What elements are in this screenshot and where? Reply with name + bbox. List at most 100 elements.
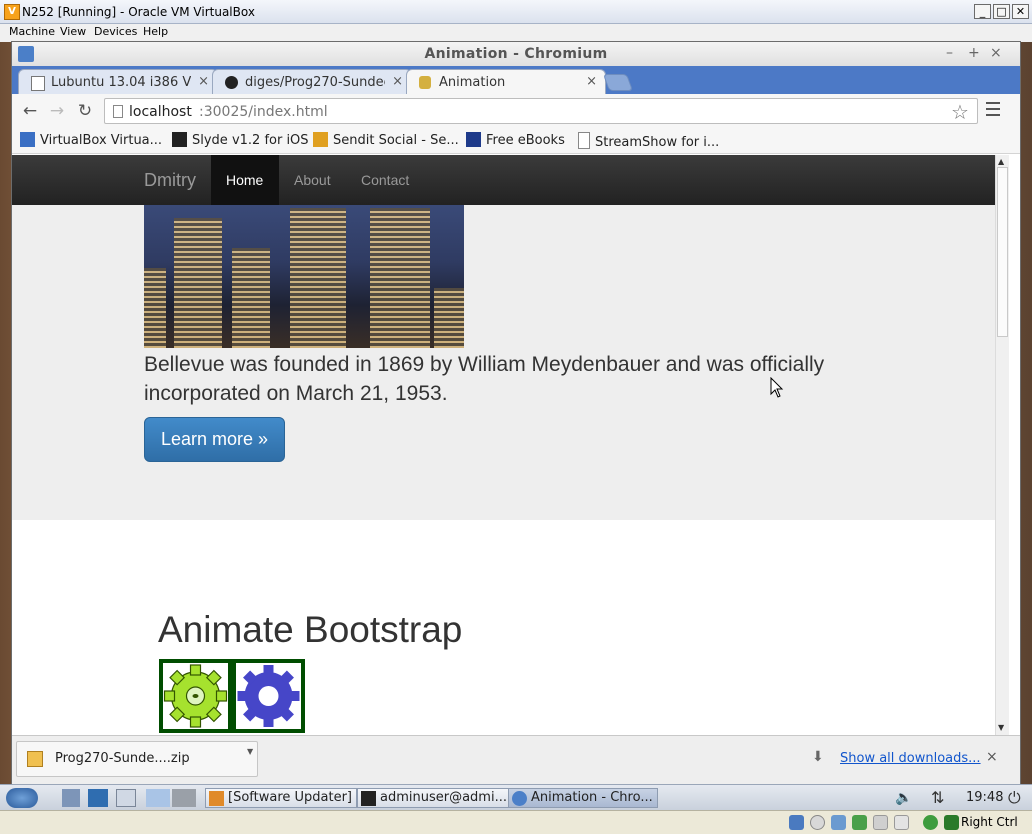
window-minimize-button[interactable]: – bbox=[946, 45, 953, 61]
scroll-up-icon[interactable]: ▲ bbox=[998, 157, 1004, 166]
nav-contact[interactable]: Contact bbox=[361, 172, 409, 188]
gear-favicon-icon bbox=[419, 76, 431, 89]
window-maximize-button[interactable]: + bbox=[968, 45, 980, 61]
bookmark-virtualbox[interactable]: VirtualBox Virtua... bbox=[20, 132, 162, 150]
tab-close-icon[interactable]: × bbox=[586, 74, 597, 89]
jumbotron: Bellevue was founded in 1869 by William … bbox=[12, 205, 995, 520]
close-button[interactable]: ✕ bbox=[1012, 4, 1029, 19]
bookmark-free-ebooks[interactable]: Free eBooks bbox=[466, 132, 565, 150]
file-manager-icon[interactable] bbox=[62, 789, 80, 807]
download-arrow-icon: ⬇ bbox=[812, 749, 824, 765]
shared-folders-icon[interactable] bbox=[873, 815, 888, 830]
restore-button[interactable]: □ bbox=[993, 4, 1010, 19]
bookmark-label: Slyde v1.2 for iOS bbox=[192, 133, 309, 148]
scroll-down-icon[interactable]: ▼ bbox=[998, 723, 1004, 732]
page-viewport: Bellevue was founded in 1869 by William … bbox=[12, 155, 995, 735]
tab-close-icon[interactable]: × bbox=[392, 74, 403, 89]
minimize-button[interactable]: _ bbox=[974, 4, 991, 19]
download-shelf: Prog270-Sunde....zip ▼ ⬇ Show all downlo… bbox=[12, 735, 1020, 784]
tab-close-icon[interactable]: × bbox=[198, 74, 209, 89]
bookmark-streamshow[interactable]: StreamShow for i... bbox=[578, 132, 719, 150]
zip-file-icon bbox=[27, 751, 43, 767]
bookmarks-bar: VirtualBox Virtua... Slyde v1.2 for iOS … bbox=[12, 128, 1020, 154]
virtualbox-icon bbox=[20, 132, 35, 147]
show-all-downloads-link[interactable]: Show all downloads... bbox=[840, 751, 981, 766]
mouse-cursor-icon bbox=[770, 377, 784, 398]
windows-icon[interactable] bbox=[116, 789, 136, 807]
network-icon[interactable]: ⇅ bbox=[931, 788, 944, 807]
slyde-icon bbox=[172, 132, 187, 147]
page-icon bbox=[113, 105, 123, 118]
taskbar-terminal[interactable]: adminuser@admi... bbox=[357, 788, 512, 808]
download-file-name: Prog270-Sunde....zip bbox=[55, 751, 190, 766]
optical-drive-icon[interactable] bbox=[810, 815, 825, 830]
taskbar-item-label: [Software Updater] bbox=[228, 790, 353, 805]
keyboard-capture-icon[interactable] bbox=[944, 815, 959, 830]
nav-home[interactable]: Home bbox=[211, 155, 279, 205]
usb-icon[interactable] bbox=[831, 815, 846, 830]
page-scrollbar[interactable]: ▲ ▼ bbox=[995, 155, 1009, 735]
tab-title: Lubuntu 13.04 i386 Virtu bbox=[51, 75, 191, 90]
workspace-1[interactable] bbox=[146, 789, 170, 807]
taskbar-clock[interactable]: 19:48 bbox=[966, 790, 1003, 805]
bookmark-label: StreamShow for i... bbox=[595, 135, 720, 150]
nav-about[interactable]: About bbox=[294, 172, 331, 188]
volume-icon[interactable]: 🔈 bbox=[895, 790, 912, 806]
scroll-thumb[interactable] bbox=[997, 167, 1008, 337]
start-menu-icon[interactable] bbox=[6, 788, 38, 808]
chromium-window-title: Animation - Chromium bbox=[424, 46, 608, 62]
network-adapter-icon[interactable] bbox=[852, 815, 867, 830]
tab-github[interactable]: diges/Prog270-Sundeev2 × bbox=[212, 69, 412, 94]
ebook-icon bbox=[466, 132, 481, 147]
hamburger-menu-icon[interactable] bbox=[986, 102, 1000, 120]
bookmark-star-icon[interactable]: ☆ bbox=[951, 100, 969, 124]
chevron-down-icon[interactable]: ▼ bbox=[247, 747, 253, 756]
learn-more-button[interactable]: Learn more » bbox=[144, 417, 285, 462]
reload-icon[interactable]: ↻ bbox=[75, 101, 95, 121]
taskbar-item-label: Animation - Chro... bbox=[531, 790, 653, 805]
power-icon[interactable]: ⏻ bbox=[1008, 788, 1021, 808]
taskbar-software-updater[interactable]: [Software Updater] bbox=[205, 788, 358, 808]
back-arrow-icon[interactable]: ← bbox=[20, 101, 40, 121]
taskbar-item-label: adminuser@admi... bbox=[380, 790, 507, 805]
tab-title: diges/Prog270-Sundeev2 bbox=[245, 75, 385, 90]
menu-devices[interactable]: Devices bbox=[94, 25, 137, 38]
nav-home-label: Home bbox=[226, 172, 264, 188]
tab-lubuntu[interactable]: Lubuntu 13.04 i386 Virtu × bbox=[18, 69, 218, 94]
window-close-button[interactable]: × bbox=[990, 45, 1002, 61]
hard-disk-icon[interactable] bbox=[789, 815, 804, 830]
virtualbox-window-title: N252 [Running] - Oracle VM VirtualBox bbox=[22, 5, 255, 19]
url-host: localhost bbox=[129, 104, 192, 120]
virtualbox-titlebar: V N252 [Running] - Oracle VM VirtualBox … bbox=[0, 0, 1032, 24]
browser-toolbar: ← → ↻ localhost :30025/index.html ☆ bbox=[12, 94, 1020, 128]
bookmark-label: Sendit Social - Se... bbox=[333, 133, 459, 148]
blue-gear-icon bbox=[237, 665, 300, 727]
close-download-shelf-icon[interactable]: × bbox=[986, 749, 998, 765]
mouse-integration-icon[interactable] bbox=[923, 815, 938, 830]
animate-bootstrap-heading: Animate Bootstrap bbox=[158, 609, 463, 650]
green-gear-image bbox=[159, 659, 232, 733]
tab-title: Animation bbox=[439, 75, 506, 90]
desktop-icon[interactable] bbox=[88, 789, 108, 807]
chromium-icon bbox=[512, 791, 527, 806]
chromium-window: Animation - Chromium – + × Lubuntu 13.04… bbox=[12, 42, 1020, 784]
forward-arrow-icon[interactable]: → bbox=[47, 101, 67, 121]
updater-icon bbox=[209, 791, 224, 806]
site-brand[interactable]: Dmitry bbox=[144, 170, 196, 191]
new-tab-button[interactable] bbox=[602, 74, 634, 91]
taskbar-chromium[interactable]: Animation - Chro... bbox=[508, 788, 658, 808]
bookmark-slyde[interactable]: Slyde v1.2 for iOS bbox=[172, 132, 309, 150]
download-item[interactable]: Prog270-Sunde....zip ▼ bbox=[16, 741, 258, 777]
video-capture-icon[interactable] bbox=[894, 815, 909, 830]
menu-view[interactable]: View bbox=[60, 25, 86, 38]
tab-strip: Lubuntu 13.04 i386 Virtu × diges/Prog270… bbox=[12, 66, 1020, 94]
workspace-2[interactable] bbox=[172, 789, 196, 807]
address-bar[interactable]: localhost :30025/index.html ☆ bbox=[104, 98, 978, 124]
bookmark-sendit[interactable]: Sendit Social - Se... bbox=[313, 132, 459, 150]
url-path: :30025/index.html bbox=[199, 104, 328, 120]
bookmark-label: VirtualBox Virtua... bbox=[40, 133, 163, 148]
virtualbox-menubar: Machine View Devices Help bbox=[0, 24, 1032, 42]
tab-animation[interactable]: Animation × bbox=[406, 69, 606, 94]
menu-machine[interactable]: Machine bbox=[9, 25, 55, 38]
menu-help[interactable]: Help bbox=[143, 25, 168, 38]
